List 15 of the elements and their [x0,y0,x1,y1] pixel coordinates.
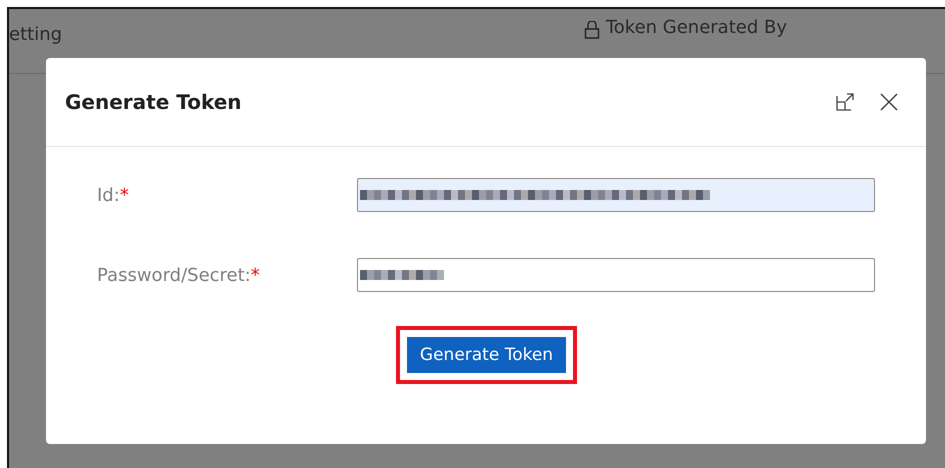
field-label: Password/Secret: [97,264,251,286]
required-mark: * [120,184,129,206]
close-icon [880,93,898,111]
generate-token-button[interactable]: Generate Token [406,337,566,373]
input-field[interactable] [357,258,875,292]
column-header: Token Generated By [606,16,787,40]
input-field[interactable] [357,178,875,212]
redacted-value-icon [360,270,444,280]
dialog-title: Generate Token [65,90,243,114]
lock-icon [584,21,600,39]
expand-icon [836,93,856,111]
required-mark: * [250,264,260,286]
redacted-value-icon [360,190,710,200]
column-header: etting [9,24,62,45]
field-label: Id: [97,184,120,206]
